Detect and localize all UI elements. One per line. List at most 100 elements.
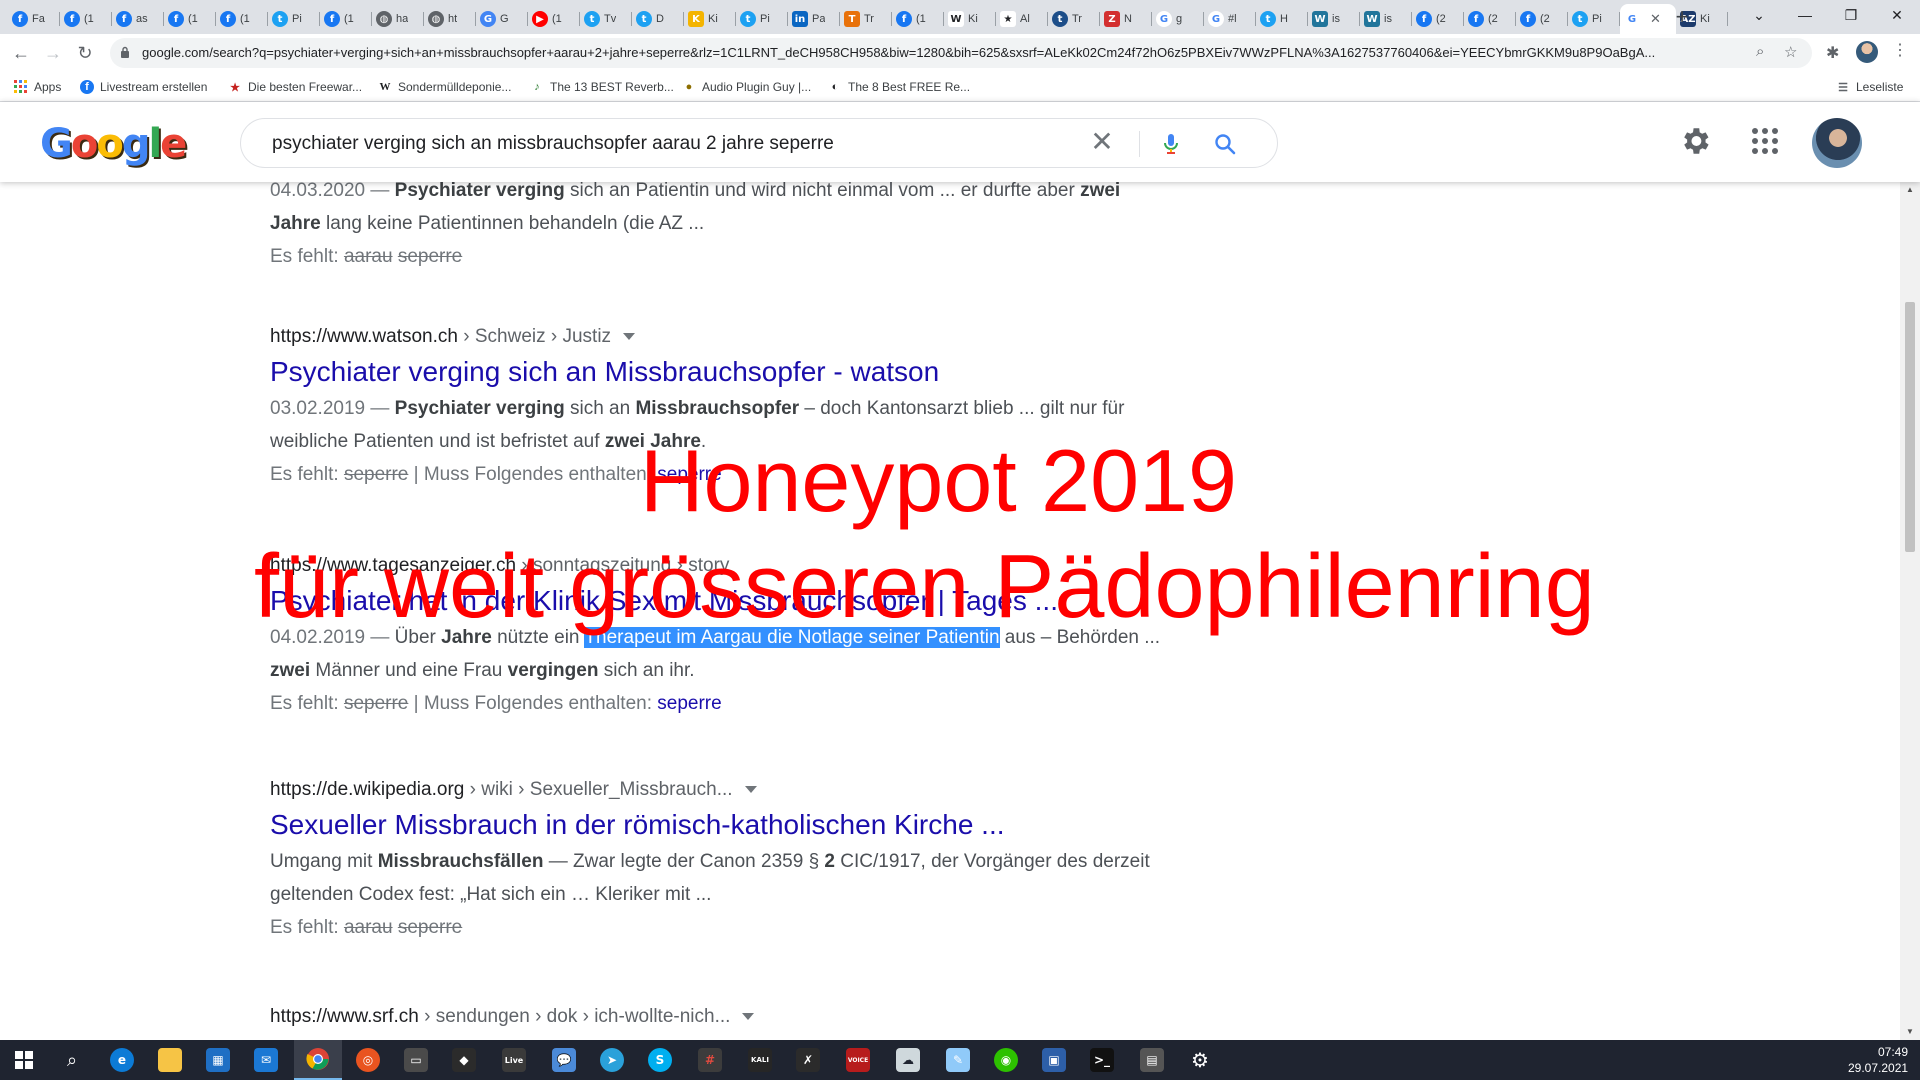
browser-tab[interactable]: t Tr <box>1048 4 1100 34</box>
chevron-down-icon[interactable] <box>623 333 636 341</box>
edge-icon[interactable]: e <box>98 1040 146 1080</box>
settings-gear-icon[interactable]: ⚙ <box>1176 1040 1224 1080</box>
result-url[interactable]: https://www.srf.ch › sendungen › dok › i… <box>270 1006 1170 1028</box>
bookmark-best-free[interactable]: ◐ The 8 Best FREE Re... <box>828 78 970 96</box>
scroll-down-arrow-icon[interactable]: ▼ <box>1900 1024 1920 1040</box>
bookmark-sondermuell[interactable]: W Sondermülldeponie... <box>378 78 512 96</box>
browser-tab[interactable]: f (1 <box>60 4 112 34</box>
scroll-thumb[interactable] <box>1905 302 1915 552</box>
browser-tab[interactable]: GG <box>476 4 528 34</box>
result-url[interactable]: https://www.watson.ch › Schweiz › Justiz <box>270 326 1170 348</box>
settings-gear-icon[interactable] <box>1678 124 1712 158</box>
system-clock[interactable]: 07:49 29.07.2021 <box>1848 1044 1908 1076</box>
windows-start-icon[interactable] <box>0 1040 48 1080</box>
reading-list[interactable]: ☰ Leseliste <box>1836 78 1903 96</box>
browser-tab[interactable]: f Fa <box>8 4 60 34</box>
google-apps-icon[interactable] <box>1752 128 1778 154</box>
close-window-button[interactable]: ✕ <box>1874 0 1920 30</box>
result-title-link[interactable]: Sexueller Missbrauch in der römisch-kath… <box>270 809 1170 841</box>
browser-tab[interactable]: in Pa <box>788 4 840 34</box>
app-icon[interactable]: ▭ <box>392 1040 440 1080</box>
new-tab-button[interactable]: + <box>1668 4 1696 30</box>
browser-tab[interactable]: K Ki <box>684 4 736 34</box>
kali-icon[interactable]: KALI <box>736 1040 784 1080</box>
bookmark-plugin-guy[interactable]: ● Audio Plugin Guy |... <box>682 78 812 96</box>
google-doodle-logo[interactable]: Google <box>40 121 187 173</box>
browser-tab[interactable]: tD <box>632 4 684 34</box>
wechat-icon[interactable]: ◉ <box>982 1040 1030 1080</box>
zoom-icon[interactable]: ⌕ <box>1756 43 1764 60</box>
browser-menu-icon[interactable]: ⋮ <box>1890 40 1910 60</box>
browser-tab[interactable]: t Pi <box>736 4 788 34</box>
page-scrollbar[interactable]: ▲ ▼ <box>1900 182 1920 1040</box>
browser-tab[interactable]: f (1 <box>164 4 216 34</box>
browser-tab[interactable]: ◍ ha <box>372 4 424 34</box>
account-avatar[interactable] <box>1812 118 1862 168</box>
mail-icon[interactable]: ✉ <box>242 1040 290 1080</box>
search-icon[interactable]: ⌕ <box>48 1040 96 1080</box>
browser-tab[interactable]: W Ki <box>944 4 996 34</box>
browser-tab[interactable]: t Pi <box>268 4 320 34</box>
search-box[interactable]: psychiater verging sich an missbrauchsop… <box>240 118 1278 168</box>
bookmark-apps[interactable]: Apps <box>14 78 61 96</box>
browser-tab[interactable]: ZN <box>1100 4 1152 34</box>
profile-avatar-small[interactable] <box>1856 41 1878 63</box>
extensions-icon[interactable]: ✱ <box>1826 43 1839 63</box>
store-icon[interactable]: ▦ <box>194 1040 242 1080</box>
browser-tab[interactable]: f (2 <box>1516 4 1568 34</box>
microphone-icon[interactable] <box>1159 132 1183 156</box>
inkscape-icon[interactable]: ◆ <box>440 1040 488 1080</box>
browser-tab[interactable]: ★ Al <box>996 4 1048 34</box>
forward-button[interactable]: → <box>40 40 66 66</box>
back-button[interactable]: ← <box>8 40 34 66</box>
tool-icon[interactable]: ✗ <box>784 1040 832 1080</box>
browser-tab[interactable]: f (1 <box>892 4 944 34</box>
browser-tab[interactable]: t Tv <box>580 4 632 34</box>
chevron-down-icon[interactable] <box>744 786 757 794</box>
browser-tab[interactable]: f (2 <box>1464 4 1516 34</box>
file-explorer-icon[interactable] <box>146 1040 194 1080</box>
browser-tab[interactable]: G #l <box>1204 4 1256 34</box>
bookmark-star-icon[interactable]: ☆ <box>1784 43 1797 61</box>
lock-icon[interactable] <box>120 46 130 58</box>
restore-button[interactable]: ❐ <box>1828 0 1874 30</box>
result-title-link[interactable]: Psychiater verging sich an Missbrauchsop… <box>270 356 1170 388</box>
tab-search-icon[interactable]: ⌄ <box>1736 0 1782 30</box>
clear-search-icon[interactable]: ✕ <box>1087 127 1117 157</box>
media-icon[interactable]: ▤ <box>1128 1040 1176 1080</box>
must-include-link[interactable]: seperre <box>657 693 721 714</box>
browser-tab[interactable]: Wis <box>1360 4 1412 34</box>
result-url[interactable]: https://de.wikipedia.org › wiki › Sexuel… <box>270 779 1170 801</box>
browser-tab[interactable]: Gg <box>1152 4 1204 34</box>
voice-meeter-icon[interactable]: VOICE <box>834 1040 882 1080</box>
browser-tab[interactable]: ◍ ht <box>424 4 476 34</box>
skype-icon[interactable]: S <box>636 1040 684 1080</box>
speech-icon[interactable]: ☁ <box>884 1040 932 1080</box>
browser-tab[interactable]: f as <box>112 4 164 34</box>
bookmark-reverb[interactable]: ♪ The 13 BEST Reverb... <box>530 78 674 96</box>
reload-button[interactable]: ↻ <box>72 40 98 66</box>
notes-icon[interactable]: ✎ <box>934 1040 982 1080</box>
ubuntu-icon[interactable]: ◎ <box>344 1040 392 1080</box>
browser-tab[interactable]: f (1 <box>216 4 268 34</box>
chevron-down-icon[interactable] <box>742 1013 755 1021</box>
browser-tab[interactable]: t Pi <box>1568 4 1620 34</box>
bookmark-freeware[interactable]: ★ Die besten Freewar... <box>228 78 362 96</box>
browser-tab[interactable]: T Tr <box>840 4 892 34</box>
search-input[interactable]: psychiater verging sich an missbrauchsop… <box>272 133 834 155</box>
browser-tab[interactable]: f (1 <box>320 4 372 34</box>
scroll-up-arrow-icon[interactable]: ▲ <box>1900 182 1920 198</box>
window-icon[interactable]: ▣ <box>1030 1040 1078 1080</box>
live-icon[interactable]: Live <box>490 1040 538 1080</box>
close-tab-icon[interactable]: ✕ <box>1650 11 1661 27</box>
chat-icon[interactable]: 💬 <box>540 1040 588 1080</box>
minimize-button[interactable]: — <box>1782 0 1828 30</box>
address-bar[interactable]: google.com/search?q=psychiater+verging+s… <box>110 38 1812 68</box>
browser-tab[interactable]: ▶ (1 <box>528 4 580 34</box>
chrome-icon[interactable] <box>294 1040 342 1080</box>
bookmark-livestream[interactable]: f Livestream erstellen <box>80 78 207 96</box>
telegram-icon[interactable]: ➤ <box>588 1040 636 1080</box>
search-icon[interactable] <box>1213 132 1237 156</box>
browser-tab[interactable]: Wis <box>1308 4 1360 34</box>
browser-tab[interactable]: f (2 <box>1412 4 1464 34</box>
